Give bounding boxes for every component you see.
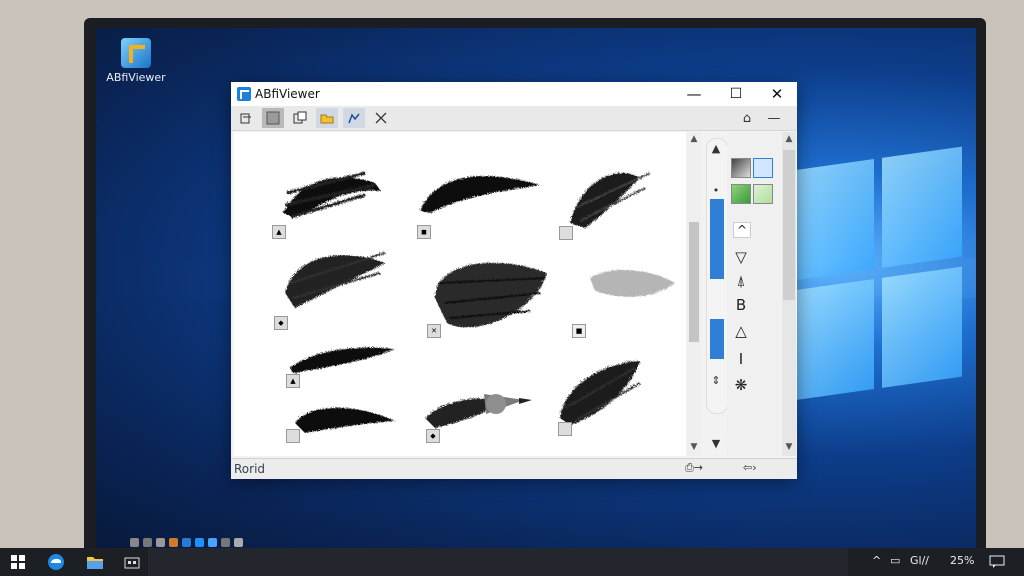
brush-strokes-preview <box>282 170 674 432</box>
store-button[interactable] <box>120 552 144 572</box>
brush-thumbnail-3[interactable] <box>559 226 573 240</box>
brush-stroke-8 <box>559 360 640 424</box>
edge-browser-button[interactable] <box>44 552 68 572</box>
desktop-shortcut-abfiviewer[interactable]: ABfiViewer <box>106 38 166 84</box>
strip-arrow-up-icon[interactable]: ▲ <box>707 142 725 155</box>
taskbar-empty-area <box>148 548 848 576</box>
taskbar: ^ ▭ Gl// 25% <box>0 548 1024 576</box>
desktop-mini-icon[interactable] <box>156 538 165 547</box>
strip-arrow-both-icon[interactable]: ⇕ <box>707 374 725 387</box>
title-bar[interactable]: ABfiViewer — ☐ ✕ <box>231 82 797 106</box>
side-tool-triangle[interactable]: △ <box>730 322 752 340</box>
edge-icon <box>48 554 64 570</box>
status-export-icon[interactable]: ⎙→ <box>685 461 703 475</box>
color-swatch-green[interactable] <box>731 184 751 204</box>
status-bar: Rorid ⎙→ ⇦› <box>231 458 797 479</box>
desktop-mini-icon[interactable] <box>169 538 178 547</box>
side-tool-caret[interactable]: ^ <box>733 222 751 238</box>
folder-icon[interactable] <box>316 108 338 128</box>
brush-thumbnail-4[interactable]: ◆ <box>274 316 288 330</box>
collapse-panel-button[interactable]: — <box>763 108 785 128</box>
strip-segment-bottom <box>710 319 724 359</box>
color-swatch-dark[interactable] <box>731 158 751 178</box>
brush-nib-icon <box>484 394 532 414</box>
brush-thumbnail-9[interactable]: ◆ <box>426 429 440 443</box>
close-button[interactable]: ✕ <box>757 82 797 106</box>
home-icon[interactable]: ⌂ <box>736 108 758 128</box>
brush-canvas[interactable]: ▲ ◼ ◆ ✕ ■ ▲ ◆ <box>234 132 686 456</box>
windows-icon <box>11 555 25 569</box>
window-title: ABfiViewer <box>255 87 320 101</box>
desktop-mini-icon[interactable] <box>182 538 191 547</box>
brush-thumbnail-10[interactable] <box>558 422 572 436</box>
tool-strip[interactable] <box>706 138 728 414</box>
copy-icon[interactable] <box>289 108 311 128</box>
brush-thumbnail-7[interactable]: ▲ <box>286 374 300 388</box>
status-nav-icon[interactable]: ⇦› <box>743 461 757 474</box>
abfiviewer-icon <box>121 38 151 68</box>
brush-stroke-5 <box>434 261 546 327</box>
toolbar: ⌂ — <box>231 106 797 131</box>
pages-icon[interactable] <box>235 108 257 128</box>
strip-arrow-down-icon[interactable]: ▼ <box>707 437 725 450</box>
store-icon <box>124 557 140 569</box>
pen-icon[interactable] <box>343 108 365 128</box>
square-icon[interactable] <box>262 108 284 128</box>
side-tool-bold[interactable]: B <box>730 296 752 314</box>
brush-thumbnail-8[interactable] <box>286 429 300 443</box>
desktop-mini-icon[interactable] <box>130 538 139 547</box>
color-swatch-light[interactable] <box>753 184 773 204</box>
desktop-shortcut-label: ABfiViewer <box>106 71 166 84</box>
desktop-mini-icon[interactable] <box>143 538 152 547</box>
brush-thumbnail-2[interactable]: ◼ <box>417 225 431 239</box>
brush-thumbnail-6[interactable]: ■ <box>572 324 586 338</box>
file-explorer-button[interactable] <box>83 552 107 572</box>
clock-text[interactable]: 25% <box>950 554 974 567</box>
start-button[interactable] <box>6 552 30 572</box>
app-window: ABfiViewer — ☐ ✕ ⌂ — ▲ ◼ ◆ ✕ ■ ▲ ◆ ▲ ▼ ▲… <box>231 82 797 479</box>
desktop-mini-icon[interactable] <box>234 538 243 547</box>
tool-palette <box>727 132 781 456</box>
brush-thumbnail-5[interactable]: ✕ <box>427 324 441 338</box>
desktop-mini-icon[interactable] <box>195 538 204 547</box>
app-icon <box>237 87 251 101</box>
notification-button[interactable] <box>985 552 1009 572</box>
language-indicator[interactable]: Gl// <box>910 554 929 567</box>
brush-stroke-4 <box>284 251 385 307</box>
brush-thumbnail-1[interactable]: ▲ <box>272 225 286 239</box>
side-tool-anchor[interactable]: ⍋ <box>730 272 752 290</box>
canvas-vertical-scrollbar[interactable]: ▲ ▼ <box>687 132 701 456</box>
side-tool-funnel[interactable]: ▽ <box>730 248 752 266</box>
notification-icon <box>989 555 1005 568</box>
canvas-scroll-thumb[interactable] <box>689 222 699 342</box>
strip-dot-icon: • <box>712 184 720 197</box>
side-tool-splat[interactable]: ❋ <box>730 376 752 394</box>
minimize-button[interactable]: — <box>674 82 714 106</box>
brush-stroke-3 <box>569 171 650 227</box>
desktop-mini-icon[interactable] <box>208 538 217 547</box>
folder-icon <box>87 557 103 569</box>
brush-stroke-6 <box>589 268 674 296</box>
desktop-mini-icon[interactable] <box>221 538 230 547</box>
status-text: Rorid <box>234 462 266 476</box>
side-tool-line[interactable]: I <box>730 350 752 368</box>
panel-vertical-scrollbar[interactable]: ▲ ▼ <box>782 132 796 456</box>
tools-icon[interactable] <box>370 108 392 128</box>
brush-stroke-1 <box>282 170 380 218</box>
brush-stroke-2 <box>419 175 539 212</box>
tray-overflow-button[interactable]: ^ <box>872 554 881 567</box>
color-swatch-pen[interactable] <box>753 158 773 178</box>
windows-logo-wallpaper <box>796 146 966 410</box>
maximize-button[interactable]: ☐ <box>716 82 756 106</box>
brush-stroke-7 <box>289 346 394 372</box>
brush-stroke-9 <box>294 406 394 432</box>
battery-icon[interactable]: ▭ <box>890 554 900 567</box>
strip-segment-top <box>710 199 724 279</box>
panel-scroll-thumb[interactable] <box>783 150 795 300</box>
